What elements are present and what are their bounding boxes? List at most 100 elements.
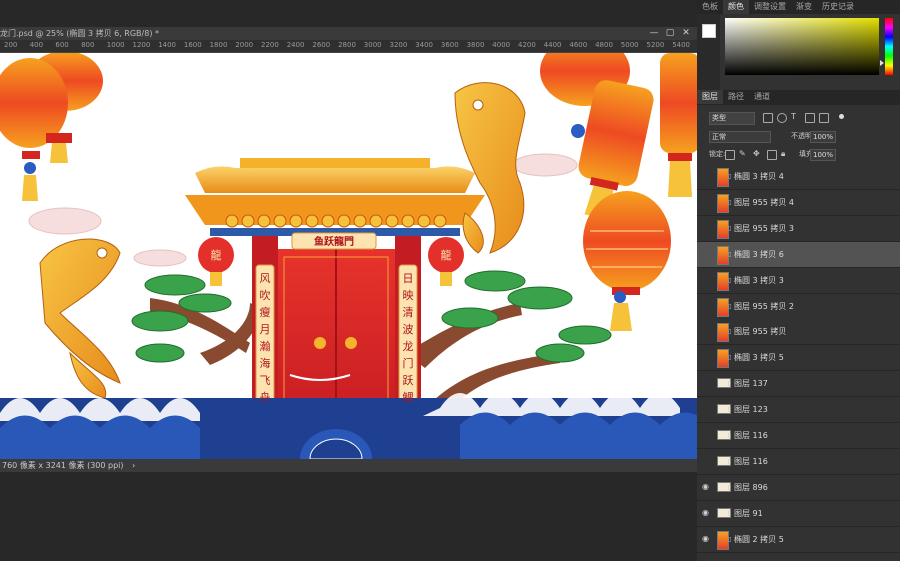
horizontal-ruler[interactable]: 200 400 600 800 1000 1200 1400 1600 1800 2000 2200…: [0, 40, 697, 53]
visibility-eye-icon[interactable]: [702, 276, 711, 283]
layer-row[interactable]: ◉ ▯ 图层 91: [697, 500, 900, 527]
left-couplet-char: 海: [260, 356, 271, 370]
lock-transparent-icon[interactable]: [725, 150, 735, 160]
layer-name: 椭圆 3 拷贝 3: [734, 275, 784, 285]
tab-layers[interactable]: 图层: [697, 90, 723, 104]
mask-link-icon: ▯: [728, 276, 732, 284]
document-tab[interactable]: 龙门.psd @ 25% (椭圆 3 拷贝 6, RGB/8) * — ▢ ✕: [0, 27, 697, 40]
image-filter-icon[interactable]: [763, 113, 773, 123]
document-title: 龙门.psd @ 25% (椭圆 3 拷贝 6, RGB/8) *: [0, 29, 159, 38]
visibility-eye-icon[interactable]: [702, 224, 711, 231]
right-couplet-char: 日: [403, 272, 414, 285]
tab-history[interactable]: 历史记录: [817, 0, 859, 14]
layer-row[interactable]: ▯ 图层 116: [697, 448, 900, 475]
ruler-tick-label: 5000: [620, 41, 639, 49]
ruler-tick-label: 3200: [389, 41, 408, 49]
adjustment-filter-icon[interactable]: [777, 113, 787, 123]
ruler-tick-label: 3400: [415, 41, 434, 49]
layer-name: 椭圆 3 拷贝 5: [734, 353, 784, 363]
visibility-eye-icon[interactable]: [702, 353, 711, 360]
layer-row[interactable]: ◉ ▯ 椭圆 2 拷贝 5: [697, 526, 900, 553]
chevron-right-icon[interactable]: ›: [132, 461, 135, 470]
visibility-eye-icon[interactable]: [702, 172, 711, 179]
canvas[interactable]: 鱼跃龍門 龍 龍 风 吹 瘦 月 瀚 海 飞 舟 日 映 清 波 龙 门 跃 鲤: [0, 53, 697, 459]
fill-input[interactable]: 100%: [810, 149, 836, 161]
layer-row[interactable]: ▯ 图层 955 拷贝: [697, 319, 900, 346]
visibility-eye-icon[interactable]: [702, 198, 711, 205]
ruler-tick-label: 600: [55, 41, 69, 49]
layer-row[interactable]: ▯ 图层 116: [697, 423, 900, 449]
visibility-eye-icon[interactable]: [702, 457, 711, 464]
shape-filter-icon[interactable]: [805, 113, 815, 123]
layer-row[interactable]: ▯ 椭圆 3 拷贝 5: [697, 345, 900, 372]
layer-row[interactable]: ◉ ▯ 图层 896: [697, 474, 900, 501]
layer-row[interactable]: ▯ 椭圆 3 拷贝 4: [697, 164, 900, 190]
ruler-tick-label: 2400: [286, 41, 305, 49]
layers-panel-tabs: 图层 路径 通道: [697, 90, 900, 105]
right-couplet-char: 清: [403, 306, 414, 319]
layer-name: 图层 116: [734, 456, 768, 466]
right-couplet-char: 鲤: [403, 390, 414, 404]
visibility-eye-icon[interactable]: ◉: [702, 534, 711, 542]
tab-adjustments[interactable]: 调整设置: [749, 0, 791, 14]
ruler-tick-label: 4600: [569, 41, 588, 49]
smart-object-filter-icon[interactable]: [819, 113, 829, 123]
left-couplet-char: 瘦: [260, 305, 271, 319]
layer-name: 图层 116: [734, 431, 768, 440]
opacity-input[interactable]: 100%: [810, 131, 836, 143]
lock-position-icon[interactable]: ✥: [753, 150, 761, 158]
layer-name: 图层 896: [734, 482, 768, 492]
right-couplet-char: 龙: [403, 340, 414, 353]
layer-row[interactable]: ▯ 图层 137: [697, 371, 900, 398]
lock-artboard-icon[interactable]: [767, 150, 777, 160]
layer-row[interactable]: ▯ 图层 955 拷贝 2: [697, 293, 900, 320]
visibility-eye-icon[interactable]: [702, 327, 711, 334]
ruler-tick-label: 1400: [158, 41, 177, 49]
lantern-char-right: 龍: [441, 248, 452, 262]
right-couplet-char: 门: [403, 356, 414, 370]
layer-name: 椭圆 2 拷贝 5: [734, 534, 784, 544]
ruler-tick-label: 800: [81, 41, 95, 49]
ruler-tick-label: 2600: [312, 41, 331, 49]
visibility-eye-icon[interactable]: [702, 302, 711, 309]
kind-filter-select[interactable]: 类型: [709, 112, 755, 125]
filter-toggle-icon[interactable]: [839, 114, 844, 119]
lock-image-icon[interactable]: ✎: [739, 150, 747, 158]
visibility-eye-icon[interactable]: [702, 379, 711, 386]
tab-gradients[interactable]: 渐变: [791, 0, 817, 14]
hue-slider-handle[interactable]: [880, 60, 884, 66]
mask-link-icon: ▯: [728, 328, 732, 336]
visibility-eye-icon[interactable]: [702, 405, 711, 412]
right-couplet-char: 跃: [403, 373, 414, 387]
layer-row[interactable]: ▯ 椭圆 3 拷贝 3: [697, 267, 900, 294]
visibility-eye-icon[interactable]: [702, 431, 711, 438]
lock-all-icon[interactable]: 🔒︎: [781, 150, 789, 158]
mask-link-icon: ▯: [728, 354, 732, 362]
maximize-icon[interactable]: ▢: [663, 27, 677, 40]
visibility-eye-icon[interactable]: ◉: [702, 482, 711, 490]
koi-fish-right: [454, 82, 526, 254]
visibility-eye-icon[interactable]: ◉: [702, 508, 711, 516]
ruler-tick-label: 3600: [440, 41, 459, 49]
layer-row[interactable]: ▯ 图层 955 拷贝 4: [697, 189, 900, 216]
layer-row[interactable]: ▯ 椭圆 3 拷贝 6: [697, 241, 900, 268]
ruler-tick-label: 400: [29, 41, 44, 49]
minimize-icon[interactable]: —: [647, 27, 661, 40]
foreground-color-swatch[interactable]: [702, 24, 716, 38]
tab-paths[interactable]: 路径: [723, 90, 749, 104]
close-icon[interactable]: ✕: [679, 27, 693, 40]
hue-slider[interactable]: [885, 18, 893, 75]
tab-channels[interactable]: 通道: [749, 90, 775, 104]
ruler-tick-label: 1000: [106, 41, 125, 49]
tab-color[interactable]: 颜色: [723, 0, 749, 14]
color-field[interactable]: [725, 18, 879, 75]
layer-row[interactable]: ▯ 图层 955 拷贝 3: [697, 215, 900, 242]
tab-swatches[interactable]: 色板: [697, 0, 723, 14]
mask-link-icon: ▯: [728, 250, 732, 258]
mask-link-icon: ▯: [728, 224, 732, 232]
visibility-eye-icon[interactable]: [702, 250, 711, 257]
layer-row[interactable]: ▯ 图层 123: [697, 397, 900, 424]
blend-mode-select[interactable]: 正常: [709, 131, 771, 143]
type-filter-icon[interactable]: T: [791, 113, 799, 121]
mask-link-icon: ▯: [728, 432, 732, 439]
